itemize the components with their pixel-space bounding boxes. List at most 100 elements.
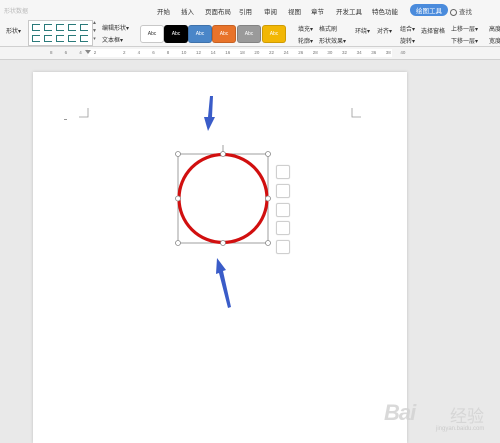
shape-effects-label: 形状效果 xyxy=(319,39,344,45)
group-label: 组合 xyxy=(400,27,413,33)
shape-dropdown[interactable]: 形状▾ xyxy=(6,26,21,35)
style-swatch-blue[interactable]: Abc xyxy=(188,25,212,43)
tab-references[interactable]: 引用 xyxy=(239,6,252,16)
style-swatch-orange[interactable]: Abc xyxy=(212,25,236,43)
tab-page-layout[interactable]: 页面布局 xyxy=(205,6,231,16)
swatch-label: Abc xyxy=(269,31,279,37)
connector-icon[interactable] xyxy=(68,24,76,31)
ruler-tick-label: 38 xyxy=(385,50,391,55)
more-options-quick-button[interactable] xyxy=(276,240,290,254)
resize-handle-top-right[interactable] xyxy=(265,151,271,157)
height-field[interactable]: 高度 xyxy=(489,24,500,33)
ruler-tick-label: 28 xyxy=(312,50,318,55)
tab-drawing-tools[interactable]: 绘图工具 xyxy=(410,4,448,16)
shape-style-quick-button[interactable] xyxy=(276,221,290,235)
gallery-up-icon[interactable]: ▲ xyxy=(92,20,97,27)
drawing-tools-ribbon: 形状▾ ▲ ▼ ▾ 编辑形状▾ 文本框▾ Abc Abc Abc Abc Abc… xyxy=(0,18,500,47)
text-box-label: 文本框 xyxy=(102,38,121,44)
tab-chapter[interactable]: 章节 xyxy=(311,6,324,16)
swatch-label: Abc xyxy=(244,31,254,37)
ruler-tick-label: 4 xyxy=(137,50,141,55)
tab-home[interactable]: 开始 xyxy=(157,6,170,16)
connector-icon[interactable] xyxy=(80,35,88,42)
ruler-tick-label: 6 xyxy=(64,50,68,55)
ruler-tick-label: 4 xyxy=(79,50,82,55)
ruler-tick-label: 8 xyxy=(166,50,170,55)
connector-icon[interactable] xyxy=(44,24,52,31)
style-swatch-black[interactable]: Abc xyxy=(164,25,188,43)
ruler-tick-label: 34 xyxy=(356,50,362,55)
ruler-tick-label: 8 xyxy=(50,50,53,55)
style-swatch-yellow[interactable]: Abc xyxy=(262,25,286,43)
baidu-jingyan-watermark: Bai 经验 jingyan.baidu.com xyxy=(384,398,496,438)
resize-handle-top[interactable] xyxy=(220,151,226,157)
connector-icon[interactable] xyxy=(56,35,64,42)
wrap-button[interactable]: 环绕▾ xyxy=(355,26,370,35)
outline-label: 轮廓 xyxy=(298,39,311,45)
menu-tab-bar: 形状数据 开始 插入 页面布局 引用 审阅 视图 章节 开发工具 特色功能 绘图… xyxy=(0,0,500,18)
tab-insert[interactable]: 插入 xyxy=(181,6,194,16)
connector-icon[interactable] xyxy=(80,24,88,31)
ruler-tick-label: 22 xyxy=(269,50,275,55)
ruler-tick-label: 20 xyxy=(254,50,260,55)
resize-handle-bottom-left[interactable] xyxy=(175,240,181,246)
ruler-tick-label: 16 xyxy=(225,50,231,55)
margin-corner-top-right-icon xyxy=(351,108,361,118)
swatch-label: Abc xyxy=(171,31,181,37)
indent-marker-icon[interactable] xyxy=(85,50,91,54)
send-backward-button[interactable]: 下移一层▾ xyxy=(451,36,478,45)
tab-view[interactable]: 视图 xyxy=(288,6,301,16)
group-button[interactable]: 组合▾ xyxy=(400,24,415,33)
swatch-label: Abc xyxy=(219,31,229,37)
connector-icon[interactable] xyxy=(44,35,52,42)
resize-handle-bottom[interactable] xyxy=(220,240,226,246)
gallery-more-icon[interactable]: ▾ xyxy=(92,36,97,43)
rotate-label: 旋转 xyxy=(400,39,413,45)
ruler-tick-label: 2 xyxy=(93,50,97,55)
align-button[interactable]: 对齐▾ xyxy=(377,26,392,35)
outline-button[interactable]: 轮廓▾ xyxy=(298,36,313,45)
width-field[interactable]: 宽度 xyxy=(489,36,500,45)
connector-icon[interactable] xyxy=(32,24,40,31)
fill-button[interactable]: 填充▾ xyxy=(298,24,313,33)
resize-handle-left[interactable] xyxy=(175,195,181,202)
margin-corner-top-left-icon xyxy=(79,108,89,118)
tab-developer[interactable]: 开发工具 xyxy=(336,6,362,16)
layout-options-button[interactable] xyxy=(276,165,290,179)
rotate-button[interactable]: 旋转▾ xyxy=(400,36,415,45)
swatch-label: Abc xyxy=(147,31,157,37)
wrap-label: 环绕 xyxy=(355,29,368,35)
ruler-tick-label: 14 xyxy=(210,50,216,55)
connector-icon[interactable] xyxy=(68,35,76,42)
align-label: 对齐 xyxy=(377,29,390,35)
tab-special[interactable]: 特色功能 xyxy=(372,6,398,16)
style-swatch-white[interactable]: Abc xyxy=(140,25,164,43)
connector-icon[interactable] xyxy=(56,24,64,31)
shape-outline-quick-button[interactable] xyxy=(276,203,290,217)
tab-search[interactable]: 查找 xyxy=(450,6,472,16)
shape-effects-button[interactable]: 形状效果▾ xyxy=(319,36,346,45)
watermark-url: jingyan.baidu.com xyxy=(436,426,485,432)
resize-handle-bottom-right[interactable] xyxy=(265,240,271,246)
ruler-tick-label: 12 xyxy=(196,50,202,55)
ruler-tick-label: 2 xyxy=(123,50,126,55)
resize-handle-right[interactable] xyxy=(265,195,271,202)
swatch-label: Abc xyxy=(195,31,205,37)
connector-icon[interactable] xyxy=(32,35,40,42)
bring-forward-button[interactable]: 上移一层▾ xyxy=(451,24,478,33)
document-page[interactable] xyxy=(33,72,407,443)
connector-gallery[interactable] xyxy=(28,20,93,46)
format-brush-button[interactable]: 格式刷 xyxy=(319,24,337,33)
shape-fill-quick-button[interactable] xyxy=(276,184,290,198)
search-icon xyxy=(450,8,457,16)
tab-review[interactable]: 审阅 xyxy=(264,6,277,16)
gallery-down-icon[interactable]: ▼ xyxy=(92,28,97,35)
style-swatch-gray[interactable]: Abc xyxy=(237,25,261,43)
resize-handle-top-left[interactable] xyxy=(175,151,181,157)
selection-pane-button[interactable]: 选择窗格 xyxy=(421,26,445,35)
horizontal-ruler[interactable]: 8 6 4 2 2 4 6 8 10 12 14 16 18 20 22 24 26 28 30 32 34 36 38 40 xyxy=(0,47,500,60)
text-box-button[interactable]: 文本框▾ xyxy=(102,35,123,44)
edit-shape-button[interactable]: 编辑形状▾ xyxy=(102,23,129,32)
ruler-tick-label: 32 xyxy=(342,50,348,55)
shape-label: 形状 xyxy=(6,29,19,35)
